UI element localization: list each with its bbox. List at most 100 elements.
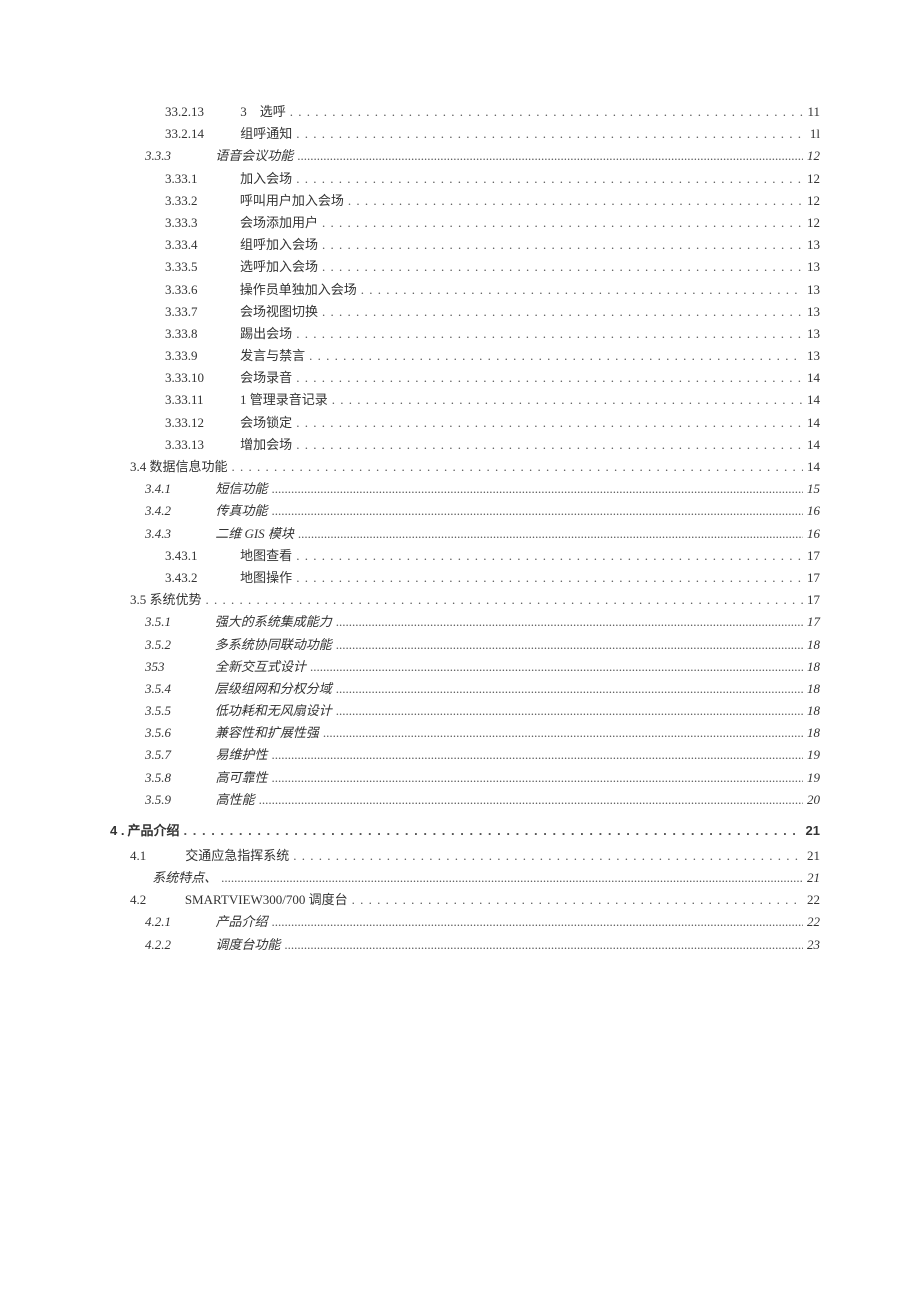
- toc-entry: 3.5.5低功耗和无风扇设计18: [110, 704, 820, 717]
- toc-entry-number: 3.33.5: [165, 260, 237, 273]
- toc-entry-title: 兼容性和扩展性强: [215, 726, 323, 739]
- toc-entry-page: 20: [803, 793, 820, 806]
- toc-entry-number: 3.33.10: [165, 371, 237, 384]
- toc-entry-number: 3.43.1: [165, 549, 237, 562]
- toc-entry-title: 调度台功能: [215, 938, 284, 951]
- toc-leader: [336, 615, 803, 628]
- toc-entry-title: 语音会议功能: [215, 149, 297, 162]
- toc-entry-number: 4.2: [130, 893, 182, 906]
- toc-entry-page: 17: [803, 549, 820, 562]
- toc-entry-page: 1l: [806, 127, 820, 140]
- toc-entry: 4.2.2调度台功能23: [110, 938, 820, 951]
- toc-entry-page: 13: [803, 260, 820, 273]
- toc-entry-title: 选呼加入会场: [240, 260, 322, 273]
- toc-entry-page: 13: [803, 305, 820, 318]
- toc-entry-number: 3.5.4: [145, 682, 209, 695]
- toc-entry-page: 12: [803, 172, 820, 185]
- toc-entry-number: 33.2.13: [165, 105, 237, 118]
- toc-entry-page: 13: [803, 349, 820, 362]
- toc-entry: 3.5.9高性能20: [110, 793, 820, 806]
- toc-entry-title: 加入会场: [240, 172, 296, 185]
- toc-leader: [296, 172, 803, 185]
- toc-entry: 3.33.1加入会场 12: [110, 172, 820, 185]
- toc-leader: [297, 149, 803, 162]
- toc-entry-title: 层级组网和分权分域: [215, 682, 336, 695]
- toc-entry-page: 13: [803, 238, 820, 251]
- toc-entry-number: 3.33.7: [165, 305, 237, 318]
- toc-entry-number: 3.33.6: [165, 283, 237, 296]
- toc-entry: 3.5.8高可靠性19: [110, 771, 820, 784]
- toc-leader: [310, 660, 803, 673]
- toc-entry-number: 353: [145, 660, 209, 673]
- toc-entry-title: 强大的系统集成能力: [215, 615, 336, 628]
- toc-entry: 4.2SMARTVIEW300/700 调度台22: [110, 893, 820, 906]
- toc-entry-title: 1 管理录音记录: [240, 393, 332, 406]
- toc-entry-title: 多系统协同联动功能: [215, 638, 336, 651]
- toc-entry-page: 14: [803, 393, 820, 406]
- toc-entry-number: 3.33.11: [165, 393, 237, 406]
- toc-entry-page: 14: [803, 460, 820, 473]
- toc-entry: 3.33.111 管理录音记录 14: [110, 393, 820, 406]
- toc-entry-title: 交通应急指挥系统: [185, 849, 293, 862]
- toc-entry-page: 12: [803, 216, 820, 229]
- toc-entry-title: 呼叫用户加入会场: [240, 194, 348, 207]
- toc-entry-page: 18: [803, 660, 820, 673]
- toc-entry: 3.33.3会场添加用户12: [110, 216, 820, 229]
- toc-leader: [352, 893, 803, 906]
- toc-entry-title: 低功耗和无风扇设计: [215, 704, 336, 717]
- toc-entry: 3.33.10会场录音14: [110, 371, 820, 384]
- toc-entry-title: 地图操作: [240, 571, 296, 584]
- toc-entry-page: 17: [803, 571, 820, 584]
- toc-entry-number: 3.5 系统优势: [130, 593, 202, 606]
- toc-entry: 3.33.5选呼加入会场 13: [110, 260, 820, 273]
- toc-entry-number: 3.5.2: [145, 638, 209, 651]
- toc-entry: 3.43.1地图查看17: [110, 549, 820, 562]
- toc-leader: [296, 549, 803, 562]
- toc-entry-number: 3.33.2: [165, 194, 237, 207]
- toc-leader: [296, 416, 803, 429]
- toc-entry: 3.5.6兼容性和扩展性强18: [110, 726, 820, 739]
- toc-entry-title: 发言与禁言: [240, 349, 309, 362]
- toc-entry-number: 3.33.13: [165, 438, 237, 451]
- toc-entry-title: 产品介绍: [128, 824, 184, 837]
- toc-entry-page: 12: [803, 194, 820, 207]
- toc-entry-page: 21: [803, 849, 820, 862]
- toc-entry-title: 增加会场: [240, 438, 296, 451]
- toc-entry-page: 14: [803, 416, 820, 429]
- toc-entry: 3.5.1强大的系统集成能力17: [110, 615, 820, 628]
- toc-entry-title: 组呼加入会场: [240, 238, 322, 251]
- toc-block: 4.1交通应急指挥系统21系统特点、214.2SMARTVIEW300/700 …: [110, 849, 820, 951]
- toc-entry: 3.4.2传真功能16: [110, 504, 820, 517]
- toc-entry-number: 3.33.12: [165, 416, 237, 429]
- toc-entry-number: 3.33.8: [165, 327, 237, 340]
- toc-entry: 3.33.8踢出会场13: [110, 327, 820, 340]
- toc-entry-title: 会场添加用户: [240, 216, 322, 229]
- toc-entry-number: 3.5.7: [145, 748, 209, 761]
- toc-entry-page: 18: [803, 704, 820, 717]
- toc-entry: 3.33.4组呼加入会场13: [110, 238, 820, 251]
- toc-entry-title: 系统特点、: [152, 871, 221, 884]
- toc-leader: [322, 238, 803, 251]
- toc-entry-title: 短信功能: [216, 482, 272, 495]
- toc-entry-page: 16: [803, 504, 820, 517]
- toc-entry-number: 3.33.1: [165, 172, 237, 185]
- toc-entry: 3.5.2 多系统协同联动功能 18: [110, 638, 820, 651]
- toc-leader: [336, 682, 803, 695]
- toc-entry-page: 18: [803, 682, 820, 695]
- toc-entry: 3.5.7易维护性19: [110, 748, 820, 761]
- toc-entry-page: 14: [803, 371, 820, 384]
- toc-entry-title: 高可靠性: [216, 771, 272, 784]
- toc-entry-page: 17: [803, 615, 820, 628]
- toc-entry-page: 22: [803, 915, 820, 928]
- toc-entry-title: 操作员单独加入会场: [240, 283, 361, 296]
- toc-leader: [336, 638, 803, 651]
- toc-leader: [361, 283, 803, 296]
- toc-entry: 33.2.14组呼通知1l: [110, 127, 820, 140]
- toc-leader: [272, 915, 803, 928]
- toc-entry: 33.2.133 选呼11: [110, 105, 820, 118]
- toc-entry-page: 18: [803, 638, 820, 651]
- toc-leader: [290, 105, 804, 118]
- toc-entry-number: 3.4.1: [145, 482, 209, 495]
- toc-entry-title: 踢出会场: [240, 327, 296, 340]
- toc-entry: 3.33.2呼叫用户加入会场 12: [110, 194, 820, 207]
